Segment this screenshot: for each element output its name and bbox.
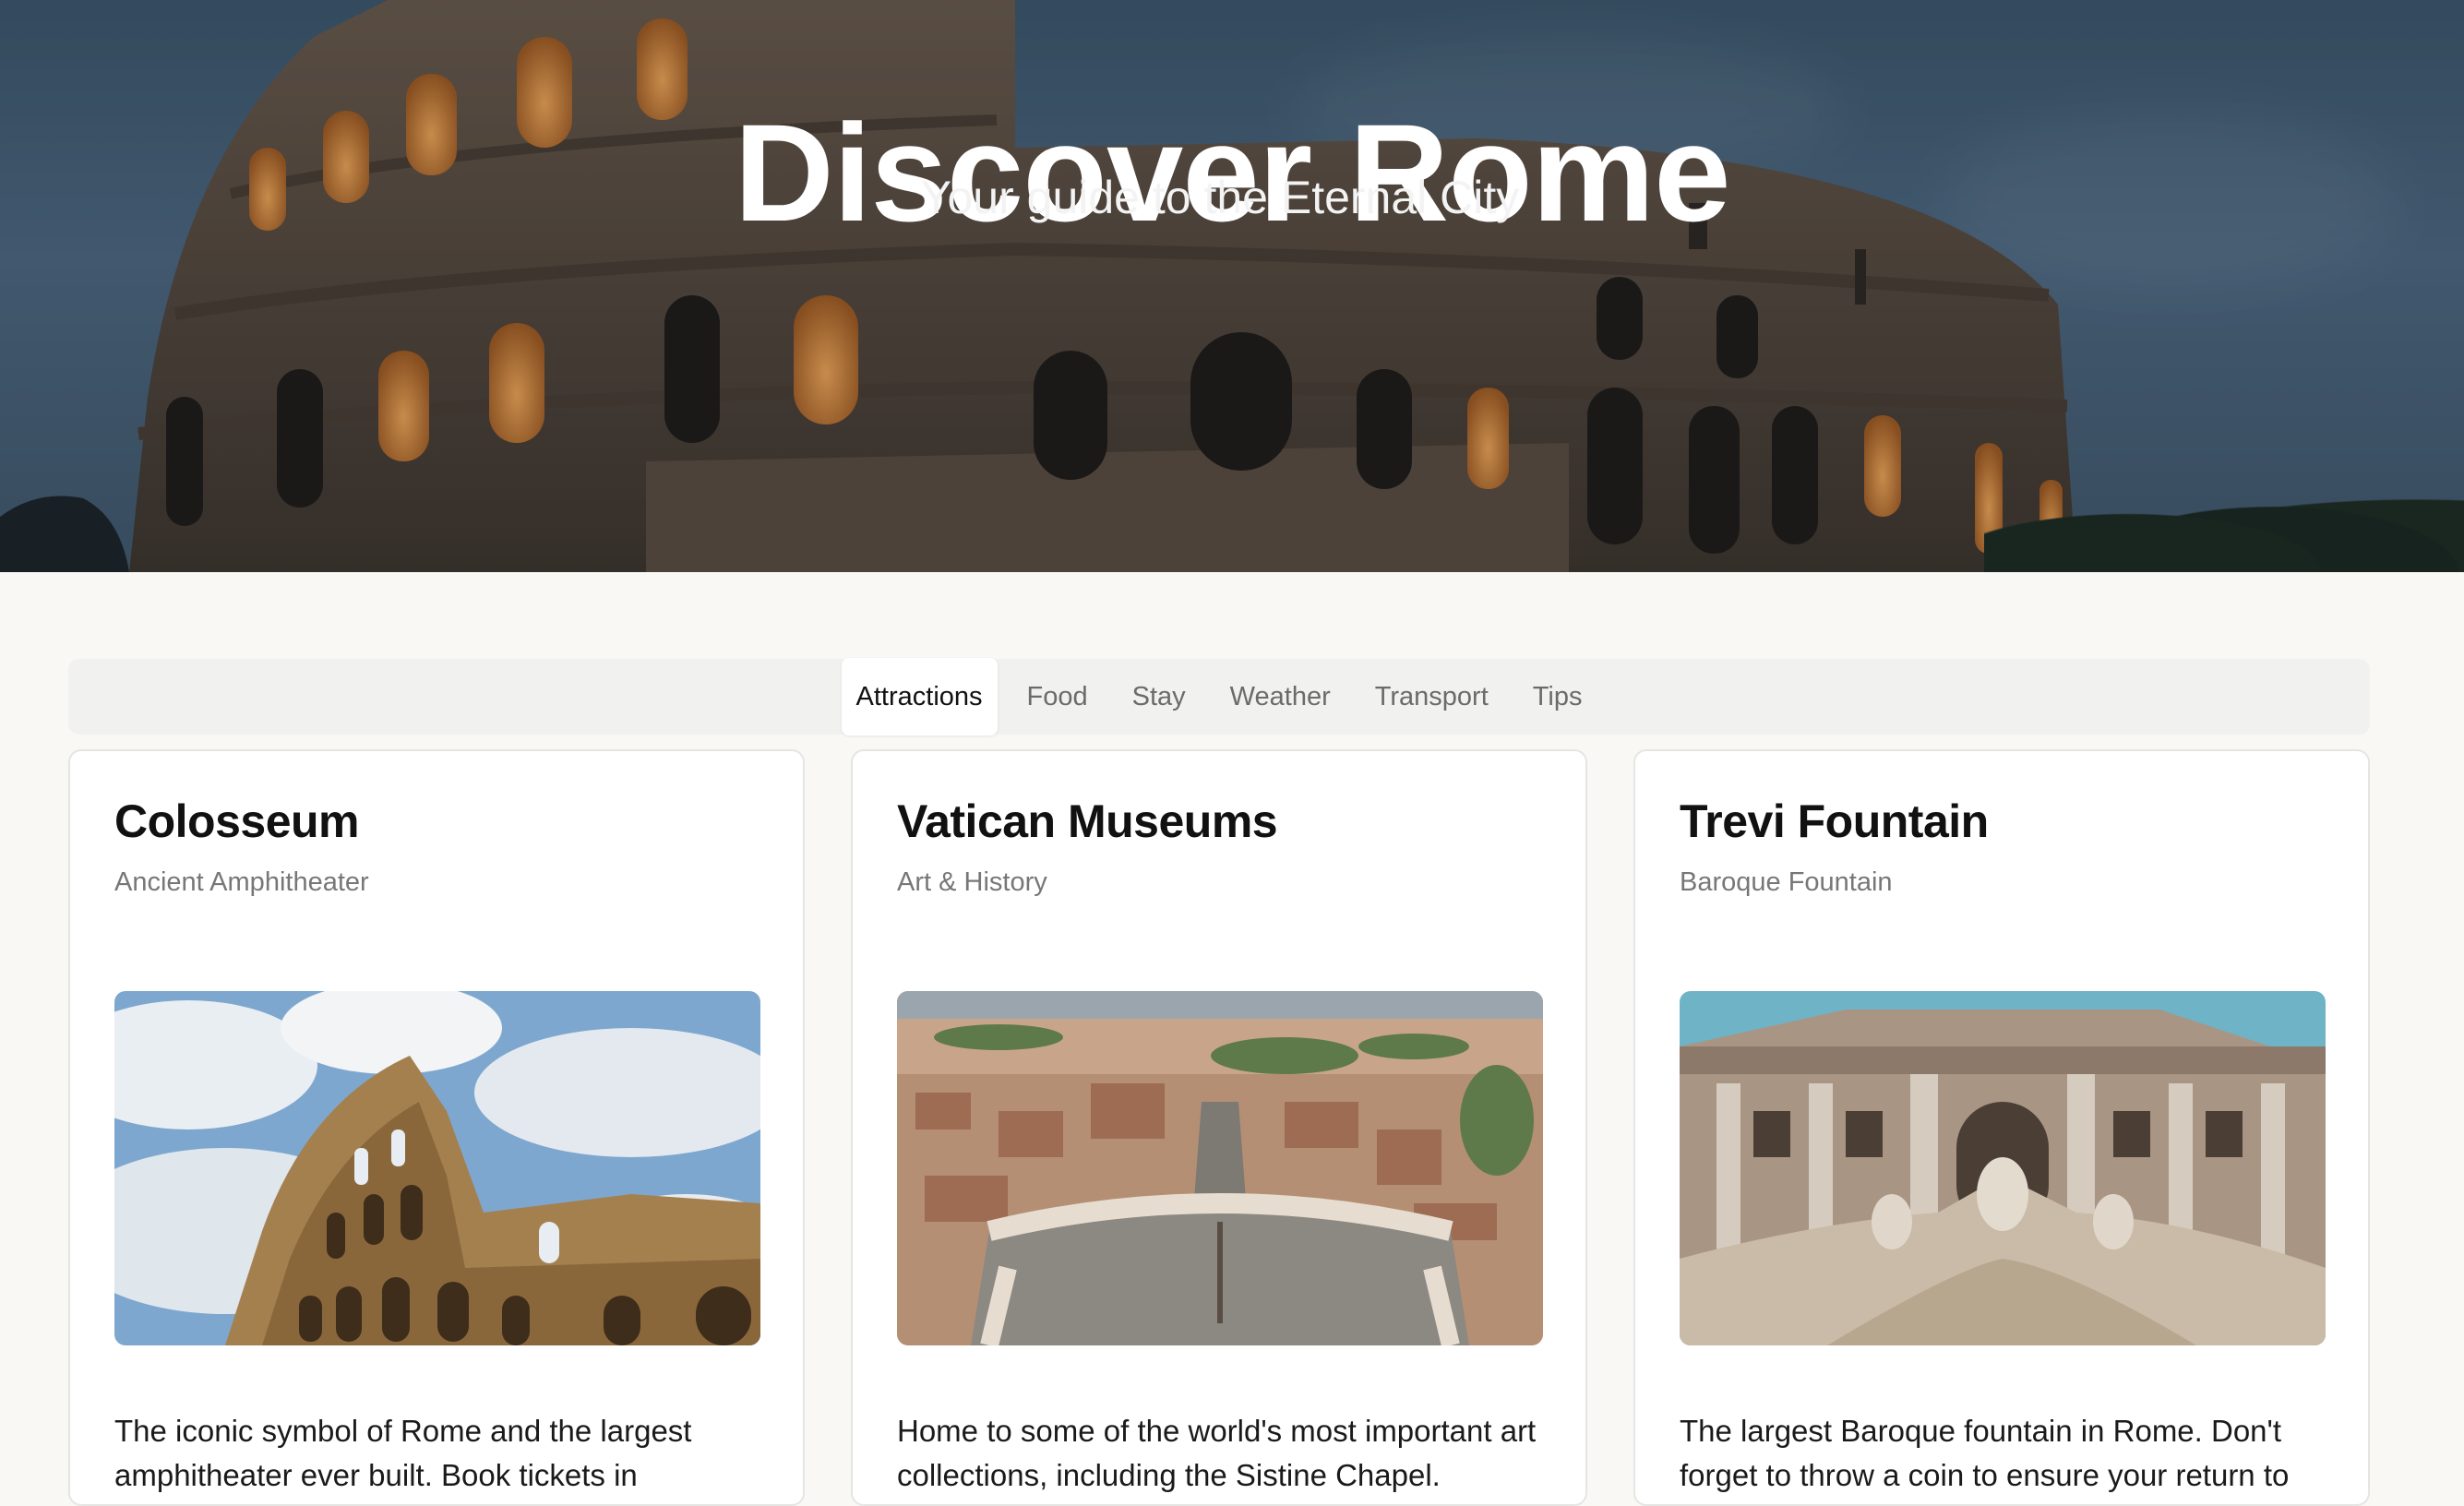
page-subtitle: Your guide to the Eternal City bbox=[920, 172, 1520, 223]
attraction-card-trevi-fountain[interactable]: Trevi Fountain Baroque Fountain The larg… bbox=[1633, 749, 2370, 1506]
tab-stay[interactable]: Stay bbox=[1118, 658, 1201, 735]
tab-tips[interactable]: Tips bbox=[1518, 658, 1597, 735]
colosseum-photo bbox=[114, 991, 760, 1345]
trevi-fountain-photo bbox=[1680, 991, 2326, 1345]
attraction-card-colosseum[interactable]: Colosseum Ancient Amphitheater The iconi… bbox=[68, 749, 805, 1506]
card-description: Home to some of the world's most importa… bbox=[897, 1414, 1537, 1492]
card-title: Vatican Museums bbox=[897, 795, 1278, 847]
attraction-card-vatican-museums[interactable]: Vatican Museums Art & History Home to so… bbox=[851, 749, 1587, 1506]
card-title: Colosseum bbox=[114, 795, 360, 847]
card-title: Trevi Fountain bbox=[1680, 795, 1989, 847]
card-description: The largest Baroque fountain in Rome. Do… bbox=[1680, 1414, 2290, 1492]
st-peters-square-photo bbox=[897, 991, 1543, 1345]
tab-weather[interactable]: Weather bbox=[1215, 658, 1346, 735]
tab-transport[interactable]: Transport bbox=[1360, 658, 1503, 735]
card-subtitle: Art & History bbox=[897, 867, 1047, 897]
card-subtitle: Ancient Amphitheater bbox=[114, 867, 369, 897]
card-subtitle: Baroque Fountain bbox=[1680, 867, 1893, 897]
tab-attractions[interactable]: Attractions bbox=[841, 658, 998, 735]
category-tabs: Attractions Food Stay Weather Transport … bbox=[68, 658, 2370, 735]
card-description: The iconic symbol of Rome and the larges… bbox=[114, 1414, 692, 1492]
attractions-grid: Colosseum Ancient Amphitheater The iconi… bbox=[68, 749, 2370, 1506]
hero-banner: Discover Rome Your guide to the Eternal … bbox=[0, 0, 2464, 572]
tab-food[interactable]: Food bbox=[1012, 658, 1103, 735]
